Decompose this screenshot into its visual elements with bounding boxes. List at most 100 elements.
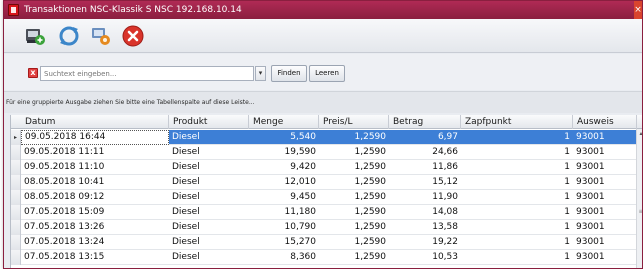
scroll-up-icon[interactable]: ▴ [638,131,642,137]
table-row[interactable]: 07.05.2018 13:26 Diesel 10,790 1,2590 13,58 1… [11,220,642,235]
cell-menge[interactable]: 9,420 [249,160,319,175]
column-header-zapfpunkt[interactable]: Zapfpunkt [461,115,573,129]
cell-zapfpunkt[interactable]: 1 [461,160,573,175]
row-indicator[interactable] [11,220,21,235]
cell-ausweis[interactable]: 93001 [573,235,637,250]
cell-produkt[interactable]: Diesel [169,175,249,190]
cell-ausweis[interactable]: 93001 [573,220,637,235]
row-indicator[interactable] [11,160,21,175]
cell-betrag[interactable]: 13,58 [389,220,461,235]
cell-preis[interactable]: 1,2590 [319,235,389,250]
find-button[interactable]: Finden [271,65,307,82]
table-row[interactable]: 09.05.2018 11:10 Diesel 9,420 1,2590 11,86 1 9… [11,160,642,175]
table-row[interactable]: 08.05.2018 09:12 Diesel 9,450 1,2590 11,90 1 9… [11,190,642,205]
close-button[interactable] [120,23,146,49]
cell-menge[interactable]: 9,450 [249,190,319,205]
cell-produkt[interactable]: Diesel [169,250,249,265]
cell-datum[interactable]: 07.05.2018 13:26 [21,220,169,235]
cell-ausweis[interactable]: 93001 [573,145,637,160]
cell-ausweis[interactable]: 93001 [573,190,637,205]
cell-ausweis[interactable]: 93001 [573,160,637,175]
row-indicator[interactable] [11,250,21,265]
cell-betrag[interactable]: 24,66 [389,145,461,160]
table-row[interactable]: 07.05.2018 13:15 Diesel 8,360 1,2590 10,53 1 9… [11,250,642,265]
chevron-down-icon[interactable]: ▾ [255,66,266,81]
cell-ausweis[interactable]: 93001 [573,205,637,220]
cell-zapfpunkt[interactable]: 1 [461,190,573,205]
table-row[interactable]: 07.05.2018 13:24 Diesel 15,270 1,2590 19,22 1… [11,235,642,250]
cell-menge[interactable]: 15,270 [249,235,319,250]
export-button[interactable] [22,23,48,49]
cell-datum[interactable]: 08.05.2018 10:41 [21,175,169,190]
window-close-button[interactable]: × [634,1,642,19]
cell-zapfpunkt[interactable]: 1 [461,220,573,235]
cell-betrag[interactable]: 10,53 [389,250,461,265]
column-header-datum[interactable]: Datum [21,115,169,129]
row-indicator[interactable] [11,190,21,205]
refresh-button[interactable] [56,23,82,49]
cell-zapfpunkt[interactable]: 1 [461,250,573,265]
scroll-grip-icon[interactable]: ≡ [638,209,642,215]
cell-datum[interactable]: 07.05.2018 15:09 [21,205,169,220]
cell-zapfpunkt[interactable]: 1 [461,130,573,145]
cell-menge[interactable]: 12,010 [249,175,319,190]
row-indicator[interactable] [11,235,21,250]
table-row[interactable]: ▸ 09.05.2018 16:44 Diesel 5,540 1,2590 6,97 1 9… [11,130,642,145]
cell-menge[interactable]: 5,540 [249,130,319,145]
row-indicator[interactable]: ▸ [11,130,21,145]
cell-menge[interactable]: 19,590 [249,145,319,160]
cell-betrag[interactable]: 11,86 [389,160,461,175]
cell-datum[interactable]: 07.05.2018 13:15 [21,250,169,265]
cell-ausweis[interactable]: 93001 [573,175,637,190]
cell-betrag[interactable]: 6,97 [389,130,461,145]
clear-button[interactable]: Leeren [309,65,345,82]
cell-produkt[interactable]: Diesel [169,205,249,220]
cell-preis[interactable]: 1,2590 [319,250,389,265]
vertical-scrollbar[interactable]: ▴ ≡ [636,129,642,268]
cell-zapfpunkt[interactable]: 1 [461,145,573,160]
cell-menge[interactable]: 11,180 [249,205,319,220]
cell-produkt[interactable]: Diesel [169,235,249,250]
cell-preis[interactable]: 1,2590 [319,175,389,190]
column-header-menge[interactable]: Menge [249,115,319,129]
column-header-ausweis[interactable]: Ausweis [573,115,637,129]
cell-produkt[interactable]: Diesel [169,130,249,145]
cell-datum[interactable]: 09.05.2018 16:44 [21,130,169,145]
cell-preis[interactable]: 1,2590 [319,220,389,235]
settings-button[interactable] [88,23,114,49]
search-input[interactable] [40,66,254,81]
column-header-preis[interactable]: Preis/L [319,115,389,129]
table-row[interactable]: 08.05.2018 10:41 Diesel 12,010 1,2590 15,12 1… [11,175,642,190]
column-header-betrag[interactable]: Betrag [389,115,461,129]
table-row[interactable]: 09.05.2018 11:11 Diesel 19,590 1,2590 24,66 1… [11,145,642,160]
cell-betrag[interactable]: 11,90 [389,190,461,205]
cell-datum[interactable]: 08.05.2018 09:12 [21,190,169,205]
cell-betrag[interactable]: 15,12 [389,175,461,190]
cell-preis[interactable]: 1,2590 [319,130,389,145]
cell-menge[interactable]: 8,360 [249,250,319,265]
cell-produkt[interactable]: Diesel [169,145,249,160]
cell-ausweis[interactable]: 93001 [573,250,637,265]
cell-produkt[interactable]: Diesel [169,190,249,205]
cell-produkt[interactable]: Diesel [169,160,249,175]
cell-zapfpunkt[interactable]: 1 [461,235,573,250]
cell-datum[interactable]: 09.05.2018 11:11 [21,145,169,160]
row-indicator[interactable] [11,145,21,160]
cell-zapfpunkt[interactable]: 1 [461,175,573,190]
title-bar[interactable]: Transaktionen NSC-Klassik S NSC 192.168.… [4,1,642,19]
row-indicator[interactable] [11,205,21,220]
cell-datum[interactable]: 07.05.2018 13:24 [21,235,169,250]
cell-datum[interactable]: 09.05.2018 11:10 [21,160,169,175]
clear-search-icon[interactable]: x [28,68,38,78]
cell-betrag[interactable]: 14,08 [389,205,461,220]
cell-ausweis[interactable]: 93001 [573,130,637,145]
column-header-produkt[interactable]: Produkt [169,115,249,129]
cell-produkt[interactable]: Diesel [169,220,249,235]
group-by-panel[interactable]: Für eine gruppierte Ausgabe ziehen Sie b… [4,91,642,113]
table-row[interactable]: 07.05.2018 15:09 Diesel 11,180 1,2590 14,08 1… [11,205,642,220]
cell-zapfpunkt[interactable]: 1 [461,205,573,220]
cell-betrag[interactable]: 19,22 [389,235,461,250]
cell-preis[interactable]: 1,2590 [319,205,389,220]
cell-preis[interactable]: 1,2590 [319,160,389,175]
row-indicator[interactable] [11,175,21,190]
